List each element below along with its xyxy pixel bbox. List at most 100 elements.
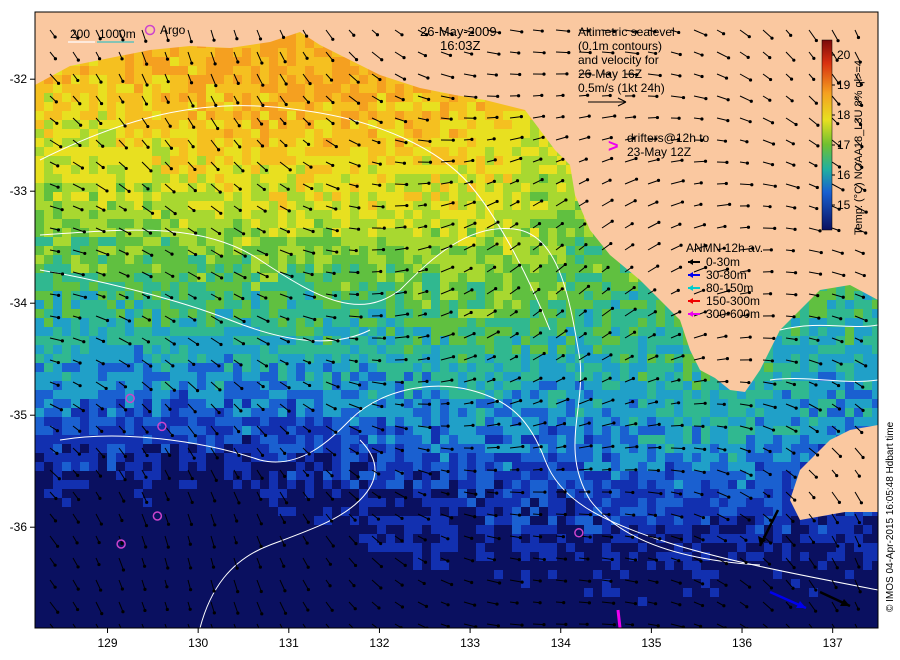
sst-cell — [350, 84, 359, 93]
sst-cell — [242, 363, 251, 372]
sst-cell — [278, 39, 287, 48]
sst-cell — [386, 138, 395, 147]
sst-cell — [548, 246, 557, 255]
sst-cell — [593, 255, 602, 264]
sst-cell — [503, 129, 512, 138]
sst-cell — [197, 48, 206, 57]
sst-cell — [251, 417, 260, 426]
sst-cell — [44, 327, 53, 336]
sst-cell — [197, 291, 206, 300]
sst-cell — [359, 372, 368, 381]
sst-cell — [368, 462, 377, 471]
sst-cell — [80, 156, 89, 165]
sst-cell — [98, 210, 107, 219]
sst-cell — [503, 327, 512, 336]
sst-cell — [440, 453, 449, 462]
sst-cell — [602, 435, 611, 444]
sst-cell — [269, 282, 278, 291]
sst-cell — [647, 390, 656, 399]
sst-cell — [71, 264, 80, 273]
sst-cell — [62, 120, 71, 129]
sst-cell — [125, 264, 134, 273]
sst-cell — [386, 435, 395, 444]
sst-cell — [440, 255, 449, 264]
sst-cell — [98, 219, 107, 228]
sst-cell — [404, 462, 413, 471]
sst-cell — [800, 453, 809, 462]
sst-cell — [431, 381, 440, 390]
sst-cell — [341, 381, 350, 390]
sst-cell — [674, 426, 683, 435]
sst-cell — [278, 282, 287, 291]
sst-cell — [269, 210, 278, 219]
sst-cell — [71, 489, 80, 498]
sst-cell — [134, 381, 143, 390]
sst-cell — [476, 120, 485, 129]
sst-cell — [575, 363, 584, 372]
sst-cell — [476, 165, 485, 174]
sst-cell — [251, 111, 260, 120]
sst-cell — [197, 354, 206, 363]
sst-cell — [539, 390, 548, 399]
sst-cell — [80, 426, 89, 435]
sst-cell — [314, 345, 323, 354]
sst-cell — [332, 147, 341, 156]
sst-cell — [386, 165, 395, 174]
sst-cell — [449, 390, 458, 399]
sst-cell — [80, 75, 89, 84]
sst-cell — [485, 282, 494, 291]
sst-cell — [665, 480, 674, 489]
sst-cell — [107, 273, 116, 282]
sst-cell — [404, 129, 413, 138]
sst-cell — [413, 453, 422, 462]
sst-cell — [602, 255, 611, 264]
sst-cell — [440, 102, 449, 111]
sst-cell — [35, 237, 44, 246]
sst-cell — [188, 66, 197, 75]
sst-cell — [143, 237, 152, 246]
sst-cell — [386, 444, 395, 453]
sst-cell — [89, 417, 98, 426]
sst-cell — [440, 408, 449, 417]
sst-cell — [161, 318, 170, 327]
sst-cell — [71, 174, 80, 183]
sst-cell — [737, 453, 746, 462]
sst-cell — [674, 381, 683, 390]
sst-cell — [548, 264, 557, 273]
sst-cell — [611, 336, 620, 345]
sst-cell — [656, 327, 665, 336]
sst-cell — [377, 282, 386, 291]
sst-cell — [413, 291, 422, 300]
sst-cell — [71, 255, 80, 264]
sst-cell — [116, 57, 125, 66]
sst-cell — [107, 399, 116, 408]
sst-cell — [296, 408, 305, 417]
sst-cell — [314, 48, 323, 57]
sst-cell — [593, 354, 602, 363]
sst-cell — [755, 417, 764, 426]
sst-cell — [152, 138, 161, 147]
sst-cell — [224, 147, 233, 156]
sst-cell — [125, 309, 134, 318]
sst-cell — [422, 282, 431, 291]
sst-cell — [215, 156, 224, 165]
sst-cell — [197, 264, 206, 273]
sst-cell — [197, 210, 206, 219]
sst-cell — [818, 345, 827, 354]
sst-cell — [386, 111, 395, 120]
sst-cell — [368, 246, 377, 255]
sst-cell — [485, 480, 494, 489]
sst-cell — [44, 444, 53, 453]
sst-cell — [62, 300, 71, 309]
sst-cell — [800, 444, 809, 453]
sst-cell — [440, 120, 449, 129]
sst-cell — [467, 300, 476, 309]
sst-cell — [503, 111, 512, 120]
sst-cell — [566, 408, 575, 417]
sst-cell — [179, 480, 188, 489]
sst-cell — [341, 120, 350, 129]
sst-cell — [359, 453, 368, 462]
sst-cell — [35, 426, 44, 435]
sst-cell — [584, 381, 593, 390]
sst-cell — [467, 435, 476, 444]
